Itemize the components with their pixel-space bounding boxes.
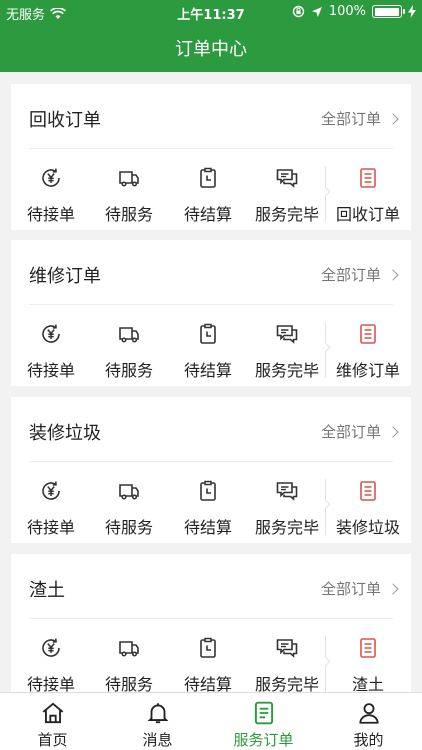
status-item[interactable]: 待服务: [89, 312, 169, 386]
card-header: 渣土 全部订单: [11, 554, 411, 618]
status-item[interactable]: 服务完毕: [247, 312, 327, 386]
chevron-right-icon: [387, 268, 399, 281]
status-item[interactable]: 待服务: [89, 156, 169, 230]
tab-user[interactable]: 我的: [316, 693, 421, 750]
home-icon: [42, 702, 64, 724]
clipboard-clock-icon: [200, 480, 216, 501]
card-header: 装修垃圾 全部订单: [11, 397, 411, 461]
card-title: 维修订单: [29, 266, 101, 287]
card-header: 维修订单 全部订单: [11, 240, 411, 304]
bell-icon: [147, 703, 169, 724]
status-item[interactable]: 待结算: [168, 626, 248, 692]
battery-percent: 100%: [328, 4, 366, 19]
status-item[interactable]: 待结算: [168, 469, 248, 543]
all-orders-label: 全部订单: [320, 423, 381, 441]
truck-icon: [119, 327, 139, 343]
all-orders-label: 全部订单: [320, 580, 381, 598]
yen-refresh-icon: [42, 324, 60, 343]
category-orders-item[interactable]: 维修订单: [328, 312, 408, 386]
order-list-icon: [254, 701, 274, 725]
document-list-icon: [360, 481, 376, 501]
tab-order-list[interactable]: 服务订单: [211, 693, 316, 750]
tab-label: 我的: [353, 731, 384, 749]
charging-bolt-icon: [408, 5, 416, 18]
category-orders-item[interactable]: 回收订单: [328, 156, 408, 230]
user-icon: [359, 703, 379, 724]
card-status-row: 待接单 待服务 待结算 服务完毕 渣土: [11, 626, 411, 692]
page-title: 订单中心: [175, 39, 247, 60]
category-orders-item[interactable]: 渣土: [328, 626, 408, 692]
chat-bubbles-icon: [276, 639, 298, 658]
yen-refresh-icon: [42, 638, 60, 657]
tab-label: 消息: [142, 731, 173, 749]
category-orders-item[interactable]: 装修垃圾: [328, 469, 408, 543]
tab-label: 服务订单: [233, 731, 294, 749]
category-orders-label: 维修订单: [335, 361, 400, 380]
location-arrow-icon: [311, 6, 322, 17]
all-orders-link[interactable]: 全部订单: [320, 421, 399, 442]
all-orders-label: 全部订单: [320, 266, 381, 284]
document-list-icon: [360, 638, 376, 658]
card-divider: [29, 461, 393, 462]
document-list-icon: [360, 168, 376, 188]
nav-bar: 订单中心: [0, 24, 422, 72]
truck-icon: [119, 484, 139, 500]
tab-label: 首页: [37, 731, 68, 749]
status-item[interactable]: 待结算: [168, 312, 248, 386]
card-divider: [29, 618, 393, 619]
category-orders-label: 回收订单: [335, 205, 400, 224]
tab-home[interactable]: 首页: [0, 693, 105, 750]
card-divider: [29, 304, 393, 305]
status-item[interactable]: 服务完毕: [247, 156, 327, 230]
document-list-icon: [360, 324, 376, 344]
card-title: 回收订单: [29, 110, 101, 131]
chevron-right-icon: [387, 425, 399, 438]
category-orders-label: 渣土: [351, 675, 384, 692]
truck-icon: [119, 641, 139, 657]
order-card: 装修垃圾 全部订单待接单 待服务 待结算 服务完毕 装修垃圾: [11, 397, 411, 543]
yen-refresh-icon: [42, 481, 60, 500]
category-orders-label: 装修垃圾: [335, 518, 400, 537]
chat-bubbles-icon: [276, 482, 298, 501]
status-right: 100%: [292, 4, 416, 19]
order-card: 渣土 全部订单 待接单 待服务 待结算 服务完毕 渣土: [11, 554, 411, 692]
status-item[interactable]: 服务完毕: [247, 469, 327, 543]
orientation-lock-icon: [292, 5, 305, 18]
tab-bar: 首页 消息 服务订单 我的: [0, 692, 422, 750]
tab-bell[interactable]: 消息: [105, 693, 210, 750]
order-content[interactable]: 回收订单 全部订单 待接单 待服务 待结算 服务完毕 回收订单 维修订单 全部订单 待接单 待服务待…: [0, 72, 422, 692]
all-orders-link[interactable]: 全部订单: [320, 578, 399, 599]
truck-icon: [119, 171, 139, 187]
yen-refresh-icon: [42, 168, 60, 187]
card-title: 装修垃圾: [29, 423, 101, 444]
card-header: 回收订单 全部订单: [11, 84, 411, 148]
clipboard-clock-icon: [200, 323, 216, 344]
status-item[interactable]: 待服务: [89, 469, 169, 543]
card-status-row: 待接单 待服务 待结算 服务完毕 维修订单: [11, 312, 411, 386]
card-status-row: 待接单 待服务 待结算 服务完毕 装修垃圾: [11, 469, 411, 543]
status-item[interactable]: 待服务: [89, 626, 169, 692]
clipboard-clock-icon: [200, 167, 216, 188]
status-item[interactable]: 服务完毕: [247, 626, 327, 692]
card-status-row: 待接单 待服务 待结算 服务完毕 回收订单: [11, 156, 411, 230]
all-orders-link[interactable]: 全部订单: [320, 108, 399, 129]
status-bar: 无服务 上午11:37 100%: [0, 0, 422, 24]
chevron-right-icon: [387, 112, 399, 125]
battery-icon: [372, 5, 405, 18]
chat-bubbles-icon: [276, 325, 298, 344]
card-divider: [29, 148, 393, 149]
order-card: 回收订单 全部订单待接单 待服务 待结算 服务完毕 回收订单: [11, 84, 411, 230]
chevron-right-icon: [387, 582, 399, 595]
all-orders-link[interactable]: 全部订单: [320, 264, 399, 285]
order-card: 维修订单 全部订单待接单 待服务 待结算 服务完毕 维修订单: [11, 240, 411, 386]
status-item[interactable]: 待结算: [168, 156, 248, 230]
all-orders-label: 全部订单: [320, 110, 381, 128]
clipboard-clock-icon: [200, 637, 216, 658]
card-title: 渣土: [29, 580, 65, 601]
chat-bubbles-icon: [276, 169, 298, 188]
